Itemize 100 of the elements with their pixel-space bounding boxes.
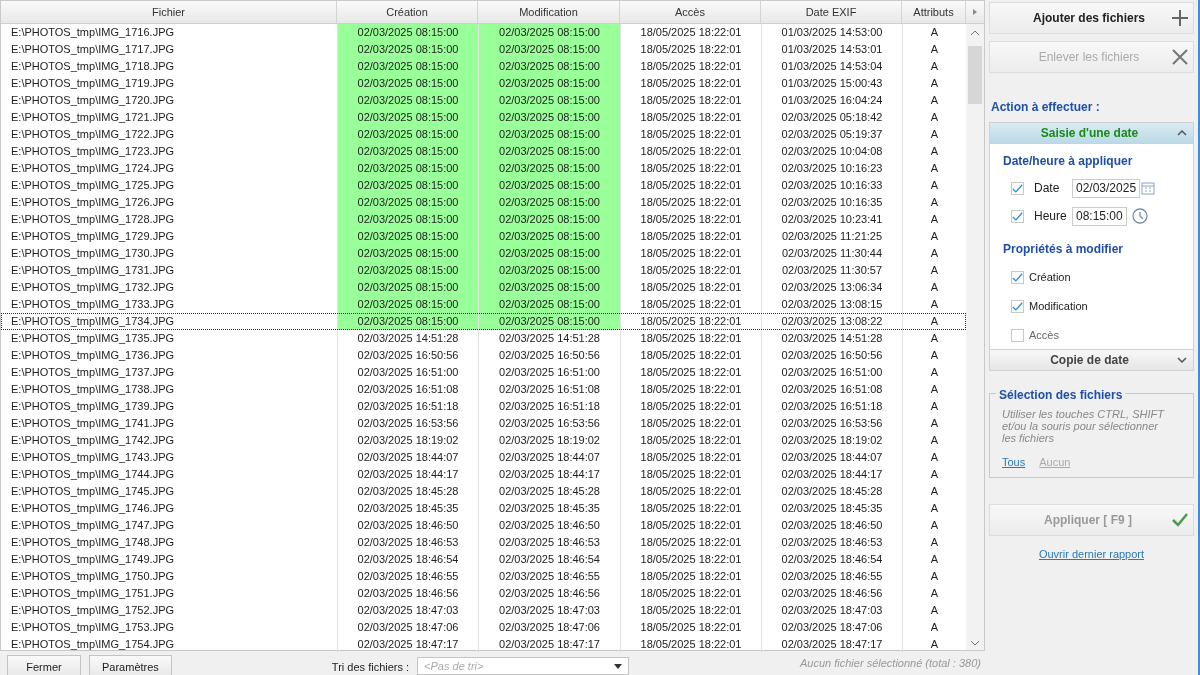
table-cell: 01/03/2025 14:53:04 <box>761 58 902 75</box>
table-cell: 18/05/2025 18:22:01 <box>620 228 761 245</box>
table-cell: 02/03/2025 10:16:33 <box>761 177 902 194</box>
selection-link[interactable]: Tous <box>1002 454 1026 471</box>
table-row[interactable]: E:\PHOTOS_tmp\IMG_1726.JPG 02/03/2025 08:15:00 02/03/2025 08:15:00 18/05/2025 18:22:01 02/03/2025 10:16:35 A <box>1 194 966 211</box>
table-cell: 02/03/2025 13:08:22 <box>761 313 902 330</box>
table-cell: 18/05/2025 18:22:01 <box>620 24 761 41</box>
table-cell: 02/03/2025 08:15:00 <box>337 296 478 313</box>
scroll-thumb[interactable] <box>968 46 982 104</box>
table-cell: 18/05/2025 18:22:01 <box>620 262 761 279</box>
table-cell-text: E:\PHOTOS_tmp\IMG_1723.JPG <box>10 144 176 159</box>
table-cell: 02/03/2025 11:21:25 <box>761 228 902 245</box>
table-row[interactable]: E:\PHOTOS_tmp\IMG_1722.JPG 02/03/2025 08:15:00 02/03/2025 08:15:00 18/05/2025 18:22:01 02/03/2025 05:19:37 A <box>1 126 966 143</box>
add-files-button[interactable]: Ajouter des fichiers <box>989 2 1194 34</box>
table-row[interactable]: E:\PHOTOS_tmp\IMG_1733.JPG 02/03/2025 08:15:00 02/03/2025 08:15:00 18/05/2025 18:22:01 02/03/2025 13:08:15 A <box>1 296 966 313</box>
table-cell-text: E:\PHOTOS_tmp\IMG_1744.JPG <box>10 467 176 482</box>
dropdown-caret-icon <box>614 663 623 669</box>
table-cell: 02/03/2025 08:15:00 <box>478 245 620 262</box>
table-row[interactable]: E:\PHOTOS_tmp\IMG_1719.JPG 02/03/2025 08:15:00 02/03/2025 08:15:00 18/05/2025 18:22:01 01/03/2025 15:00:43 A <box>1 75 966 92</box>
table-cell: 02/03/2025 08:15:00 <box>478 160 620 177</box>
table-cell: 02/03/2025 18:19:02 <box>478 432 620 449</box>
table-cell: 02/03/2025 18:46:53 <box>761 534 902 551</box>
time-field[interactable]: 08:15:00 <box>1072 206 1127 226</box>
table-cell: 18/05/2025 18:22:01 <box>620 398 761 415</box>
table-cell: 02/03/2025 08:15:00 <box>478 177 620 194</box>
clock-icon <box>1131 208 1148 224</box>
table-cell: 02/03/2025 11:30:44 <box>761 245 902 262</box>
table-cell: 02/03/2025 18:47:06 <box>337 619 478 636</box>
checkbox[interactable] <box>1011 328 1024 342</box>
table-cell: 02/03/2025 08:15:00 <box>478 109 620 126</box>
table-cell: 18/05/2025 18:22:01 <box>620 517 761 534</box>
column-header[interactable]: Modification <box>478 1 620 23</box>
footer-button[interactable]: Paramètres <box>89 655 172 675</box>
table-cell: 18/05/2025 18:22:01 <box>620 109 761 126</box>
table-cell: 02/03/2025 16:51:18 <box>337 398 478 415</box>
table-cell: 18/05/2025 18:22:01 <box>620 347 761 364</box>
table-cell: 18/05/2025 18:22:01 <box>620 279 761 296</box>
section-header[interactable]: Copie de date <box>989 349 1194 371</box>
table-cell: 02/03/2025 08:15:00 <box>478 92 620 109</box>
table-cell-text: E:\PHOTOS_tmp\IMG_1719.JPG <box>10 76 176 91</box>
table-row[interactable]: E:\PHOTOS_tmp\IMG_1721.JPG 02/03/2025 08:15:00 02/03/2025 08:15:00 18/05/2025 18:22:01 02/03/2025 05:18:42 A <box>1 109 966 126</box>
table-cell: 18/05/2025 18:22:01 <box>620 636 761 653</box>
table-cell: 02/03/2025 10:16:35 <box>761 194 902 211</box>
table-cell: 18/05/2025 18:22:01 <box>620 143 761 160</box>
table-cell: 18/05/2025 18:22:01 <box>620 381 761 398</box>
table-row[interactable]: E:\PHOTOS_tmp\IMG_1728.JPG 02/03/2025 08:15:00 02/03/2025 08:15:00 18/05/2025 18:22:01 02/03/2025 10:23:41 A <box>1 211 966 228</box>
group-heading: Date/heure à appliquer <box>1003 153 1134 170</box>
column-header[interactable]: Création <box>337 1 478 23</box>
table-cell: 02/03/2025 11:30:57 <box>761 262 902 279</box>
table-row[interactable]: E:\PHOTOS_tmp\IMG_1725.JPG 02/03/2025 08:15:00 02/03/2025 08:15:00 18/05/2025 18:22:01 02/03/2025 10:16:33 A <box>1 177 966 194</box>
table-cell: 02/03/2025 18:44:17 <box>761 466 902 483</box>
plus-icon <box>1172 10 1188 26</box>
scrollbar[interactable] <box>966 24 984 650</box>
column-header[interactable]: Accès <box>620 1 761 23</box>
table-cell: 02/03/2025 18:19:02 <box>337 432 478 449</box>
table-cell: 02/03/2025 08:15:00 <box>337 109 478 126</box>
column-header[interactable]: Date EXIF <box>761 1 902 23</box>
table-row[interactable]: E:\PHOTOS_tmp\IMG_1724.JPG 02/03/2025 08:15:00 02/03/2025 08:15:00 18/05/2025 18:22:01 02/03/2025 10:16:23 A <box>1 160 966 177</box>
table-cell: 02/03/2025 18:46:56 <box>337 585 478 602</box>
footer-button[interactable]: Fermer <box>7 655 81 675</box>
chevron-up-icon <box>1177 130 1187 136</box>
table-row[interactable]: E:\PHOTOS_tmp\IMG_1734.JPG 02/03/2025 08:15:00 02/03/2025 08:15:00 18/05/2025 18:22:01 02/03/2025 13:08:22 A <box>1 313 966 330</box>
table-cell: 02/03/2025 16:51:00 <box>337 364 478 381</box>
table-row[interactable]: E:\PHOTOS_tmp\IMG_1729.JPG 02/03/2025 08:15:00 02/03/2025 08:15:00 18/05/2025 18:22:01 02/03/2025 11:21:25 A <box>1 228 966 245</box>
table-cell: 02/03/2025 16:50:56 <box>337 347 478 364</box>
table-cell: 02/03/2025 18:45:35 <box>478 500 620 517</box>
table-row[interactable]: E:\PHOTOS_tmp\IMG_1717.JPG 02/03/2025 08:15:00 02/03/2025 08:15:00 18/05/2025 18:22:01 01/03/2025 14:53:01 A <box>1 41 966 58</box>
sort-placeholder: <Pas de tri> <box>424 658 484 674</box>
table-cell: 02/03/2025 08:15:00 <box>337 262 478 279</box>
table-cell: 02/03/2025 16:51:08 <box>478 381 620 398</box>
table-row[interactable]: E:\PHOTOS_tmp\IMG_1718.JPG 02/03/2025 08:15:00 02/03/2025 08:15:00 18/05/2025 18:22:01 01/03/2025 14:53:04 A <box>1 58 966 75</box>
table-cell-text: E:\PHOTOS_tmp\IMG_1718.JPG <box>10 59 176 74</box>
table-cell: 02/03/2025 18:19:02 <box>761 432 902 449</box>
table-cell-text: E:\PHOTOS_tmp\IMG_1716.JPG <box>10 25 176 40</box>
status-text: Aucun fichier sélectionné (total : 380) <box>800 657 981 669</box>
checkbox[interactable] <box>1011 209 1024 223</box>
table-cell-text: E:\PHOTOS_tmp\IMG_1743.JPG <box>10 450 176 465</box>
table-cell: 02/03/2025 16:53:56 <box>337 415 478 432</box>
report-link[interactable]: Ouvrir dernier rapport <box>989 545 1194 562</box>
checkbox[interactable] <box>1011 270 1024 284</box>
table-cell: 18/05/2025 18:22:01 <box>620 75 761 92</box>
column-header[interactable]: Attributs <box>902 1 966 23</box>
column-header[interactable]: Fichier <box>1 1 337 23</box>
table-row[interactable]: E:\PHOTOS_tmp\IMG_1730.JPG 02/03/2025 08:15:00 02/03/2025 08:15:00 18/05/2025 18:22:01 02/03/2025 11:30:44 A <box>1 245 966 262</box>
date-field[interactable]: 02/03/2025 <box>1072 178 1141 198</box>
table-cell: 02/03/2025 18:46:53 <box>337 534 478 551</box>
checkbox[interactable] <box>1011 299 1024 313</box>
table-row[interactable]: E:\PHOTOS_tmp\IMG_1732.JPG 02/03/2025 08:15:00 02/03/2025 08:15:00 18/05/2025 18:22:01 02/03/2025 13:06:34 A <box>1 279 966 296</box>
table-row[interactable]: E:\PHOTOS_tmp\IMG_1723.JPG 02/03/2025 08:15:00 02/03/2025 08:15:00 18/05/2025 18:22:01 02/03/2025 10:04:08 A <box>1 143 966 160</box>
checkbox[interactable] <box>1011 181 1024 195</box>
table-row[interactable]: E:\PHOTOS_tmp\IMG_1731.JPG 02/03/2025 08:15:00 02/03/2025 08:15:00 18/05/2025 18:22:01 02/03/2025 11:30:57 A <box>1 262 966 279</box>
table-cell-text: E:\PHOTOS_tmp\IMG_1738.JPG <box>10 382 176 397</box>
table-cell: 02/03/2025 08:15:00 <box>478 262 620 279</box>
table-row[interactable]: E:\PHOTOS_tmp\IMG_1720.JPG 02/03/2025 08:15:00 02/03/2025 08:15:00 18/05/2025 18:22:01 01/03/2025 16:04:24 A <box>1 92 966 109</box>
table-row[interactable]: E:\PHOTOS_tmp\IMG_1716.JPG 02/03/2025 08:15:00 02/03/2025 08:15:00 18/05/2025 18:22:01 01/03/2025 14:53:00 A <box>1 24 966 41</box>
table-cell: 02/03/2025 08:15:00 <box>478 211 620 228</box>
table-cell: 02/03/2025 16:51:00 <box>478 364 620 381</box>
table-cell: 02/03/2025 18:47:06 <box>761 619 902 636</box>
table-cell: 02/03/2025 16:53:56 <box>478 415 620 432</box>
table-cell: 18/05/2025 18:22:01 <box>620 534 761 551</box>
